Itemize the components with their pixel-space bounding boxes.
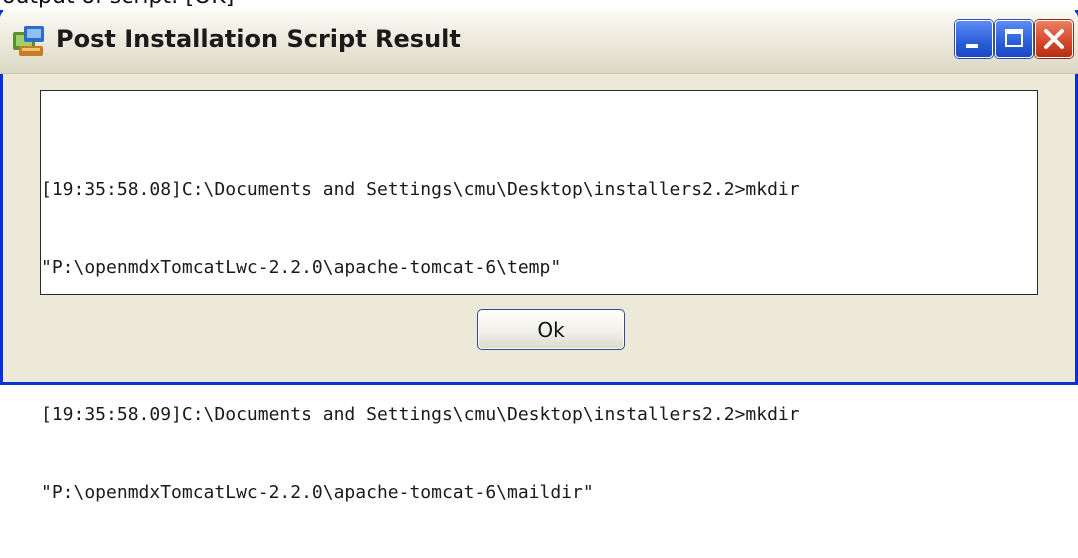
output-line: "P:\openmdxTomcatLwc-2.2.0\apache-tomcat… (41, 482, 594, 503)
ok-button[interactable]: Ok (477, 309, 625, 350)
background-window-text-fragment: output of script: [OK] (0, 0, 1078, 10)
title-bar[interactable]: Post Installation Script Result (0, 10, 1078, 74)
script-output-text: [19:35:58.08]C:\Documents and Settings\c… (41, 125, 800, 558)
minimize-button[interactable] (955, 20, 993, 58)
script-output-box[interactable]: [19:35:58.08]C:\Documents and Settings\c… (40, 90, 1038, 503)
background-text: output of script: [OK] (2, 0, 234, 9)
window-title: Post Installation Script Result (56, 25, 461, 53)
output-line: [19:35:58.09]C:\Documents and Settings\c… (41, 404, 800, 425)
output-line: [19:35:58.08]C:\Documents and Settings\c… (41, 179, 800, 200)
close-icon (1044, 29, 1064, 49)
output-line: "P:\openmdxTomcatLwc-2.2.0\apache-tomcat… (41, 257, 562, 278)
installer-app-icon (13, 26, 44, 56)
close-button[interactable] (1035, 20, 1073, 58)
maximize-button[interactable] (995, 20, 1033, 58)
dialog-window: Post Installation Script Result [19:35:5… (0, 10, 1078, 503)
